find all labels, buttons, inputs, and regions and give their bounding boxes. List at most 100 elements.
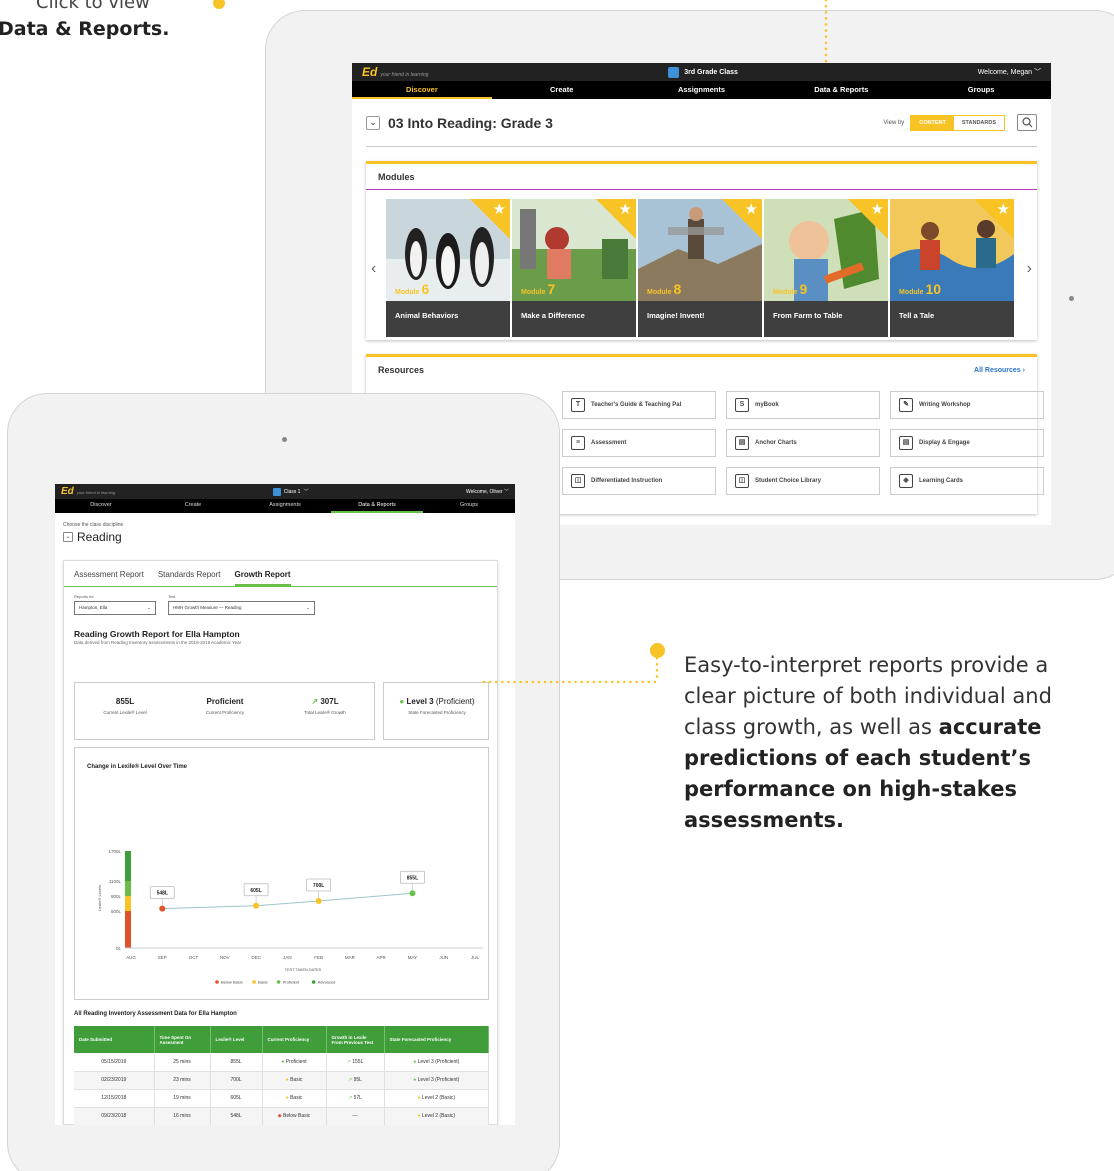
nav-assignments[interactable]: Assignments	[632, 81, 772, 99]
x-tick-label: DEC	[251, 955, 261, 960]
class-switcher[interactable]: Class 1 ﹀	[272, 487, 308, 496]
table-cell: 19 mins	[154, 1089, 211, 1108]
assessment-table: Date Submitted Time Spent On Assesment L…	[74, 1026, 489, 1125]
module-card-6[interactable]: ★ Module 6 Animal Behaviors	[386, 199, 510, 337]
welcome-menu[interactable]: Welcome, Megan ﹀	[978, 67, 1041, 77]
discipline-select[interactable]: ⌄ Reading	[63, 530, 507, 544]
proficient-dot-icon: ●	[399, 697, 405, 706]
legend-label: Advanced	[318, 980, 336, 985]
module-title: Imagine! Invent!	[638, 301, 762, 337]
resource-item[interactable]: SmyBook	[726, 391, 880, 419]
nav-assignments[interactable]: Assignments	[239, 499, 331, 513]
carousel-next-icon[interactable]: ›	[1027, 260, 1032, 278]
nav-data-reports[interactable]: Data & Reports	[331, 499, 423, 513]
status-dot-icon: ●	[417, 1113, 422, 1119]
ed-logo[interactable]: Ed your friend in learning	[61, 486, 115, 497]
tab-standards-report[interactable]: Standards Report	[158, 570, 221, 586]
module-card-10[interactable]: ★ Module 10 Tell a Tale	[890, 199, 1014, 337]
tab-assessment-report[interactable]: Assessment Report	[74, 570, 144, 586]
table-cell: ↗ 57L	[326, 1089, 385, 1108]
status-dot-icon: ●	[413, 1058, 418, 1065]
resource-item[interactable]: ◈ Learning Cards	[890, 467, 1044, 495]
col-time: Time Spent On Assesment	[154, 1026, 211, 1053]
table-row: 12/15/2018 19 mins 605L ● Basic ↗ 57L ● Level…	[74, 1089, 489, 1108]
page-title: 03 Into Reading: Grade 3	[388, 114, 553, 131]
legend-swatch	[276, 980, 281, 984]
y-tick-label: 500L	[111, 909, 122, 914]
front-screen: Ed your friend in learning Class 1 ﹀ Welc…	[55, 484, 515, 1125]
chevron-right-icon: ›	[1022, 366, 1025, 374]
chart-canvas: 0L 500L 800L 1100L 1700L Lexile® Levels AUG SEP…	[97, 849, 483, 985]
class-icon	[272, 487, 281, 496]
star-icon[interactable]: ★	[745, 200, 758, 218]
view-toggle: CONTENT STANDARDS	[910, 114, 1005, 131]
state-stat-box: ● Level 3 (Proficient) State Forecasted …	[383, 682, 489, 740]
reports-for-select[interactable]: Hampton, Ella ⌄	[74, 601, 156, 615]
resource-item[interactable]: ◫ Differentiated Instruction	[562, 467, 716, 495]
nav-discover[interactable]: Discover	[352, 81, 492, 99]
nav-discover[interactable]: Discover	[55, 499, 147, 513]
resource-icon: ≡	[571, 436, 585, 450]
search-button[interactable]	[1017, 114, 1037, 131]
star-icon[interactable]: ★	[619, 200, 632, 218]
table-cell: —	[326, 1107, 385, 1125]
welcome-menu[interactable]: Welcome, Oliver ﹀	[466, 488, 509, 495]
resource-item[interactable]: ≡ Assessment	[562, 429, 716, 457]
carousel-prev-icon[interactable]: ‹	[371, 260, 376, 278]
chevron-down-icon[interactable]: ⌄	[366, 115, 380, 130]
report-card: Assessment Report Standards Report Growt…	[63, 560, 498, 1125]
band-below-basic	[125, 911, 131, 948]
data-point	[315, 898, 322, 904]
col-state: State Forecasted Proficiency	[384, 1026, 489, 1053]
resource-item[interactable]: ✎ Writing Workshop	[890, 391, 1044, 419]
modules-panel: Modules ‹ ★ Module 6 Animal Behaviors ★ …	[366, 161, 1037, 340]
resource-item[interactable]: ▤ Display & Engage	[890, 429, 1044, 457]
resource-item[interactable]: ◫ Student Choice Library	[726, 467, 880, 495]
table-row: 05/15/2019 25 mins 855L ● Proficient ↗ 155L ●…	[74, 1053, 489, 1072]
growth-arrow-icon: ↗	[346, 1058, 353, 1065]
table-header-row: Date Submitted Time Spent On Assesment L…	[74, 1026, 489, 1053]
content-toggle[interactable]: CONTENT	[911, 115, 954, 130]
caption-line2[interactable]: Data & Reports.	[0, 18, 169, 40]
x-tick-label: APR	[377, 955, 387, 960]
star-icon[interactable]: ★	[997, 200, 1010, 218]
top-bar: Ed your friend in learning Class 1 ﹀ Welc…	[55, 484, 515, 499]
all-resources-link[interactable]: All Resources ›	[974, 367, 1025, 374]
main-nav: Discover Create Assignments Data & Repor…	[352, 81, 1051, 99]
legend-swatch	[311, 980, 316, 984]
nav-groups[interactable]: Groups	[423, 499, 515, 513]
stat-state-proficiency: ● Level 3 (Proficient) State Forecasted …	[399, 697, 475, 715]
standards-toggle[interactable]: STANDARDS	[953, 115, 1004, 130]
nav-create[interactable]: Create	[492, 81, 632, 99]
module-card-8[interactable]: ★ Module 8 Imagine! Invent!	[638, 199, 762, 337]
stat-current-lexile: 855L Current Lexile® Level	[103, 697, 147, 715]
class-switcher[interactable]: 3rd Grade Class	[668, 66, 738, 78]
band-proficient	[125, 881, 131, 896]
resource-icon: ▤	[899, 436, 913, 450]
band-basic	[125, 896, 131, 911]
x-tick-label: SEP	[158, 955, 167, 960]
star-icon[interactable]: ★	[871, 200, 884, 218]
nav-data-reports[interactable]: Data & Reports	[771, 81, 911, 99]
table-cell: 605L	[210, 1089, 263, 1108]
page-header: ⌄ 03 Into Reading: Grade 3 View by CONTE…	[366, 99, 1037, 147]
module-title: From Farm to Table	[764, 301, 888, 337]
test-select[interactable]: HMH Growth Measure — Reading ⌄	[168, 601, 315, 615]
resource-label: Teacher's Guide & Teaching Pal	[591, 402, 682, 408]
col-date: Date Submitted	[74, 1026, 155, 1053]
resource-item[interactable]: ▤ Anchor Charts	[726, 429, 880, 457]
tab-growth-report[interactable]: Growth Report	[234, 570, 291, 586]
ed-logo[interactable]: Ed your friend in learning	[362, 65, 428, 79]
table-cell: ● Proficient	[262, 1053, 327, 1072]
module-card-9[interactable]: ★ Module 9 From Farm to Table	[764, 199, 888, 337]
star-icon[interactable]: ★	[493, 200, 506, 218]
search-icon	[1021, 117, 1032, 128]
resource-icon: T	[571, 398, 585, 412]
resource-label: Display & Engage	[919, 440, 970, 446]
resource-item[interactable]: T Teacher's Guide & Teaching Pal	[562, 391, 716, 419]
status-dot-icon: ●	[417, 1095, 422, 1101]
module-card-7[interactable]: ★ Module 7 Make a Difference	[512, 199, 636, 337]
nav-groups[interactable]: Groups	[911, 81, 1051, 99]
table-cell: 12/15/2018	[74, 1089, 155, 1108]
nav-create[interactable]: Create	[147, 499, 239, 513]
